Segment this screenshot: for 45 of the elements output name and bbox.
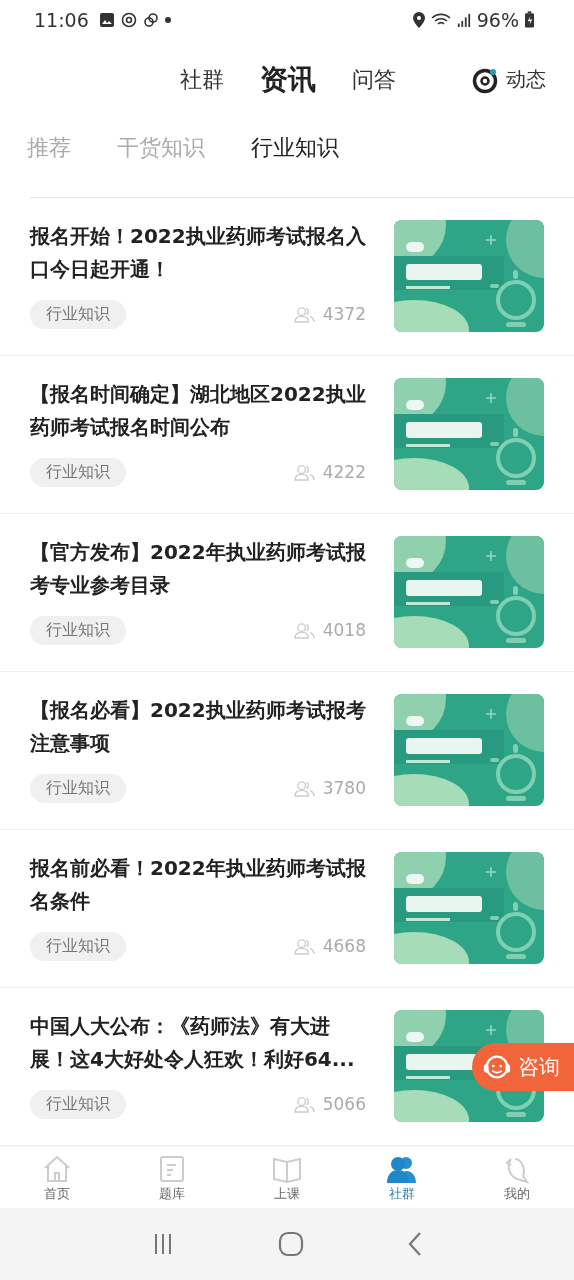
- nav-tab[interactable]: 社群: [344, 1146, 460, 1209]
- people-icon: [293, 305, 315, 323]
- view-count: 5066: [322, 1094, 366, 1115]
- header-tab[interactable]: 问答: [352, 64, 396, 95]
- article-title[interactable]: 【报名必看】2022执业药师考试报考注意事项: [30, 693, 366, 760]
- back-icon[interactable]: [406, 1231, 423, 1258]
- view-count: 4222: [322, 462, 366, 483]
- status-time: 11:06: [34, 8, 89, 31]
- people-icon: [293, 621, 315, 639]
- nav-tab[interactable]: 我的: [459, 1146, 574, 1209]
- article-title[interactable]: 报名前必看！2022年执业药师考试报名条件: [30, 851, 366, 918]
- view-count: 4372: [322, 304, 366, 325]
- location-icon: [412, 11, 425, 28]
- tag-chip: 行业知识: [30, 457, 126, 487]
- article-title[interactable]: 报名开始！2022执业药师考试报名入口今日起开通！: [30, 219, 366, 286]
- article-title[interactable]: 【报名时间确定】湖北地区2022执业药师考试报名时间公布: [30, 377, 366, 444]
- view-count: 3780: [322, 778, 366, 799]
- dot-icon: [164, 16, 171, 23]
- people-icon: [293, 779, 315, 797]
- dynamic-button[interactable]: 动态: [472, 65, 546, 94]
- people-icon: [293, 1095, 315, 1113]
- tag-chip: 行业知识: [30, 1089, 126, 1119]
- article-title[interactable]: 【官方发布】2022年执业药师考试报考专业参考目录: [30, 535, 366, 602]
- view-count: 4018: [322, 620, 366, 641]
- tag-chip: 行业知识: [30, 615, 126, 645]
- home-button-icon[interactable]: [278, 1231, 304, 1258]
- nav-tab[interactable]: 首页: [0, 1146, 115, 1209]
- view-count: 4668: [322, 936, 366, 957]
- link-icon: [142, 11, 159, 28]
- battery-percent: 96%: [476, 8, 519, 31]
- nav-tab[interactable]: 题库: [114, 1146, 230, 1209]
- people-icon: [293, 463, 315, 481]
- tag-chip: 行业知识: [30, 931, 126, 961]
- sync-icon: [120, 11, 137, 28]
- article-title[interactable]: 中国人大公布：《药师法》有大进展！这4大好处令人狂欢！利好64...: [30, 1009, 366, 1076]
- tag-chip: 行业知识: [30, 299, 126, 329]
- image-icon: [98, 11, 115, 28]
- category-tab[interactable]: 行业知识: [251, 133, 339, 164]
- tag-chip: 行业知识: [30, 773, 126, 803]
- signal-icon: [456, 11, 471, 28]
- header-tab[interactable]: 社群: [180, 64, 224, 95]
- nav-tab[interactable]: 上课: [229, 1146, 345, 1209]
- battery-icon: [525, 11, 534, 29]
- header-tab[interactable]: 资讯: [260, 60, 316, 99]
- people-icon: [293, 937, 315, 955]
